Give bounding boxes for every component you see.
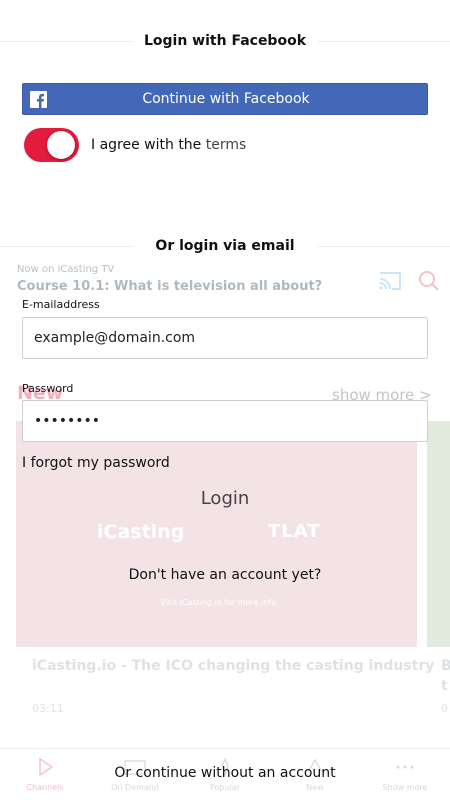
facebook-section-title: Login with Facebook (0, 33, 450, 49)
agree-terms-text: I agree with the (91, 137, 206, 153)
email-section-title-text: Or login via email (133, 238, 317, 254)
email-input[interactable] (22, 317, 428, 359)
login-button[interactable]: Login (0, 488, 450, 509)
password-label: Password (22, 382, 74, 395)
agree-terms-toggle[interactable] (24, 128, 79, 162)
card-visit-text: Visit iCasting.io for more info (160, 598, 276, 607)
search-icon (418, 270, 440, 296)
nav-label: Popular (210, 783, 240, 792)
facebook-section-title-text: Login with Facebook (131, 33, 319, 49)
agree-terms-label: I agree with the terms (91, 137, 246, 153)
card2-title-line1: B (441, 658, 450, 674)
card-title: iCasting.io - The ICO changing the casti… (32, 658, 435, 674)
card-logo-icasting: iCasting (97, 521, 185, 543)
toggle-knob (47, 131, 75, 159)
continue-with-facebook-button[interactable]: Continue with Facebook (22, 83, 428, 115)
email-label: E-mailaddress (22, 298, 100, 311)
forgot-password-link[interactable]: I forgot my password (22, 455, 170, 471)
cast-icon (378, 271, 402, 295)
course-title: Course 10.1: What is television all abou… (17, 279, 323, 294)
card-logo-tlat: TLAT (268, 521, 321, 542)
signup-link[interactable]: Don't have an account yet? (0, 567, 450, 583)
now-on-label: Now on iCasting TV (17, 264, 115, 275)
continue-without-account-link[interactable]: Or continue without an account (0, 765, 450, 781)
video-card-next (427, 421, 450, 647)
email-section-title: Or login via email (0, 238, 450, 254)
card-duration: 03:11 (32, 702, 64, 715)
nav-label: Show more (382, 783, 428, 792)
terms-link[interactable]: terms (206, 137, 247, 153)
card2-duration: 0 (441, 702, 448, 715)
password-input[interactable] (22, 400, 428, 442)
card2-title-line2: t (441, 678, 448, 694)
nav-label: Channels (26, 783, 64, 792)
nav-label: On Demand (111, 783, 159, 792)
nav-label: New (306, 783, 324, 792)
continue-with-facebook-label: Continue with Facebook (142, 91, 310, 107)
